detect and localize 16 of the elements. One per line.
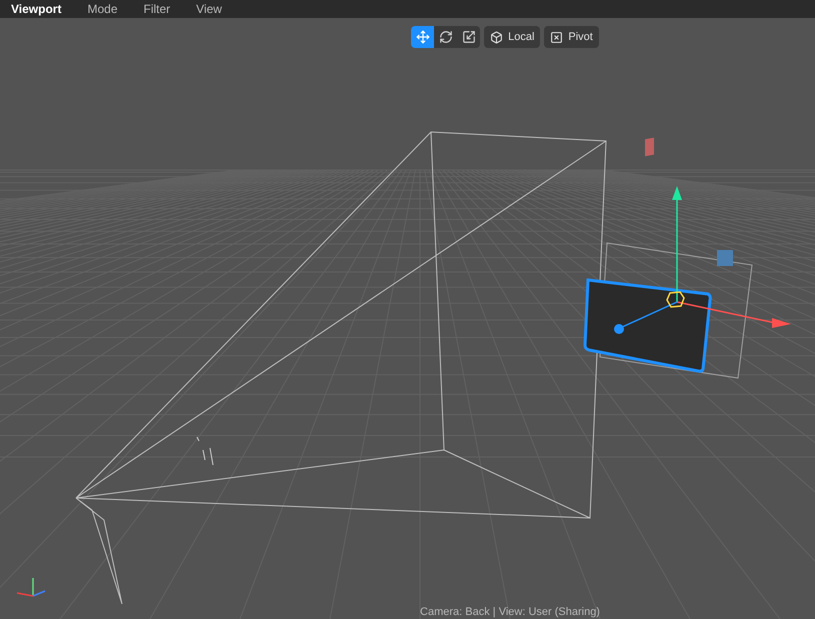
rotate-icon bbox=[438, 30, 453, 44]
cube-icon bbox=[490, 30, 504, 44]
plane-handle-icon bbox=[645, 138, 654, 156]
pivot-button[interactable]: Pivot bbox=[544, 26, 599, 48]
move-icon bbox=[416, 30, 430, 44]
menu-item[interactable]: Mode bbox=[87, 3, 118, 15]
plane-handle-icon bbox=[717, 250, 733, 266]
menu-item[interactable]: Viewport bbox=[11, 3, 62, 15]
square-x-icon bbox=[550, 30, 564, 44]
menu-item[interactable]: Filter bbox=[144, 3, 170, 15]
move-tool-button[interactable] bbox=[411, 26, 434, 48]
menu-item[interactable]: View bbox=[196, 3, 222, 15]
scale-icon bbox=[462, 30, 476, 44]
status-text: Camera: Back | View: User (Sharing) bbox=[420, 605, 600, 619]
local-space-button[interactable]: Local bbox=[484, 26, 540, 48]
axis-indicator-icon bbox=[16, 578, 46, 597]
